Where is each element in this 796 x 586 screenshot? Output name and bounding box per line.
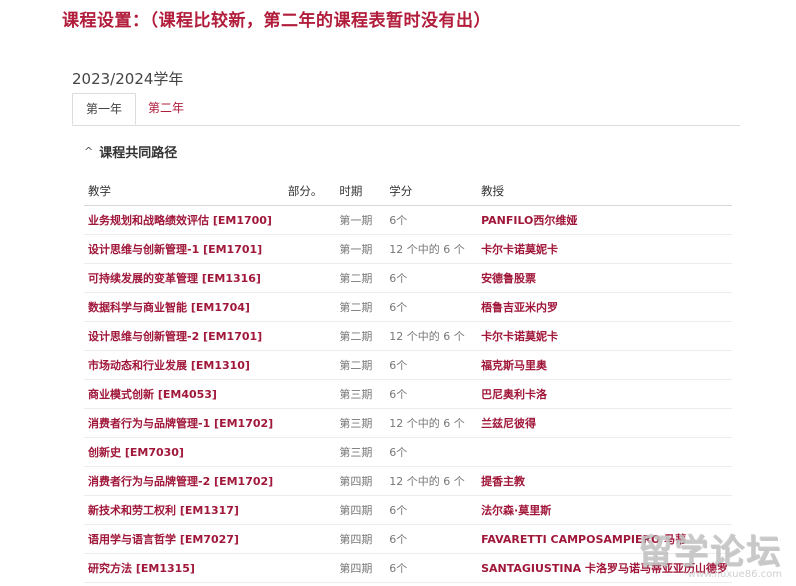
course-table: 教学 部分。 时期 学分 教授 业务规划和战略绩效评估 [EM1700] 第一期 6…	[84, 176, 732, 583]
credits-cell: 6个	[385, 379, 478, 409]
professor-link	[477, 437, 732, 467]
table-row: 语用学与语言哲学 [EM7027] 第四期 6个 FAVARETTI CAMPOSAM…	[84, 524, 732, 554]
header-professor: 教授	[477, 176, 732, 206]
credits-cell: 6个	[385, 350, 478, 380]
course-link[interactable]: 设计思维与创新管理-1 [EM1701]	[84, 234, 284, 264]
part-cell	[283, 321, 336, 351]
header-part: 部分。	[283, 176, 336, 206]
part-cell	[283, 350, 336, 380]
part-cell	[283, 263, 336, 293]
section-toggle[interactable]: ^ 课程共同路径	[84, 142, 177, 161]
professor-link[interactable]: 兰兹尼彼得	[477, 408, 732, 438]
table-row: 可持续发展的变革管理 [EM1316] 第二期 6个 安德鲁股票	[84, 263, 732, 293]
credits-cell: 6个	[385, 292, 478, 322]
course-link[interactable]: 可持续发展的变革管理 [EM1316]	[84, 263, 284, 293]
table-row: 市场动态和行业发展 [EM1310] 第二期 6个 福克斯马里奥	[84, 350, 732, 380]
period-cell: 第二期	[335, 350, 386, 380]
professor-link[interactable]: SANTAGIUSTINA 卡洛罗马诺马蒂亚亚历山德罗	[477, 553, 732, 583]
credits-cell: 6个	[385, 437, 478, 467]
professor-link[interactable]: PANFILO西尔维娅	[477, 205, 732, 235]
course-link[interactable]: 设计思维与创新管理-2 [EM1701]	[84, 321, 284, 351]
academic-year-title: 2023/2024学年	[72, 70, 184, 88]
course-link[interactable]: 消费者行为与品牌管理-1 [EM1702]	[84, 408, 284, 438]
part-cell	[283, 466, 336, 496]
period-cell: 第四期	[335, 495, 386, 525]
professor-link[interactable]: 梧鲁吉亚米内罗	[477, 292, 732, 322]
part-cell	[283, 205, 336, 235]
period-cell: 第四期	[335, 553, 386, 583]
credits-cell: 6个	[385, 495, 478, 525]
part-cell	[283, 408, 336, 438]
table-row: 消费者行为与品牌管理-2 [EM1702] 第四期 12 个中的 6 个提香主教	[84, 466, 732, 496]
part-cell	[283, 379, 336, 409]
professor-link[interactable]: FAVARETTI CAMPOSAMPIERO 马蒂	[477, 524, 732, 554]
period-cell: 第一期	[335, 205, 386, 235]
period-cell: 第三期	[335, 379, 386, 409]
professor-link[interactable]: 提香主教	[477, 466, 732, 496]
tab-first-year[interactable]: 第一年	[72, 93, 136, 125]
credits-cell: 6个	[385, 263, 478, 293]
credits-cell: 12 个中的 6 个	[385, 321, 478, 351]
part-cell	[283, 495, 336, 525]
period-cell: 第三期	[335, 408, 386, 438]
year-tabs: 第一年 第二年	[72, 93, 740, 126]
course-link[interactable]: 市场动态和行业发展 [EM1310]	[84, 350, 284, 380]
table-row: 数据科学与商业智能 [EM1704] 第二期 6个 梧鲁吉亚米内罗	[84, 292, 732, 322]
period-cell: 第四期	[335, 466, 386, 496]
professor-link[interactable]: 安德鲁股票	[477, 263, 732, 293]
course-link[interactable]: 研究方法 [EM1315]	[84, 553, 284, 583]
course-link[interactable]: 商业模式创新 [EM4053]	[84, 379, 284, 409]
table-row: 业务规划和战略绩效评估 [EM1700] 第一期 6个 PANFILO西尔维娅	[84, 205, 732, 235]
credits-cell: 6个	[385, 524, 478, 554]
period-cell: 第三期	[335, 437, 386, 467]
professor-link[interactable]: 卡尔卡诺莫妮卡	[477, 321, 732, 351]
period-cell: 第二期	[335, 263, 386, 293]
part-cell	[283, 292, 336, 322]
credits-cell: 12 个中的 6 个	[385, 408, 478, 438]
professor-link[interactable]: 福克斯马里奥	[477, 350, 732, 380]
table-row: 消费者行为与品牌管理-1 [EM1702] 第三期 12 个中的 6 个兰兹尼彼得	[84, 408, 732, 438]
course-link[interactable]: 业务规划和战略绩效评估 [EM1700]	[84, 205, 284, 235]
table-header-row: 教学 部分。 时期 学分 教授	[84, 176, 732, 206]
part-cell	[283, 524, 336, 554]
part-cell	[283, 234, 336, 264]
course-link[interactable]: 消费者行为与品牌管理-2 [EM1702]	[84, 466, 284, 496]
table-row: 新技术和劳工权利 [EM1317] 第四期 6个 法尔森·莫里斯	[84, 495, 732, 525]
table-row: 创新史 [EM7030] 第三期 6个	[84, 437, 732, 467]
period-cell: 第四期	[335, 524, 386, 554]
part-cell	[283, 553, 336, 583]
period-cell: 第二期	[335, 321, 386, 351]
course-link[interactable]: 数据科学与商业智能 [EM1704]	[84, 292, 284, 322]
table-row: 设计思维与创新管理-1 [EM1701] 第一期 12 个中的 6 个卡尔卡诺莫妮卡	[84, 234, 732, 264]
table-row: 研究方法 [EM1315] 第四期 6个 SANTAGIUSTINA 卡洛罗马诺马蒂亚…	[84, 553, 732, 583]
credits-cell: 6个	[385, 205, 478, 235]
credits-cell: 12 个中的 6 个	[385, 466, 478, 496]
header-course: 教学	[84, 176, 284, 206]
professor-link[interactable]: 卡尔卡诺莫妮卡	[477, 234, 732, 264]
part-cell	[283, 437, 336, 467]
credits-cell: 6个	[385, 553, 478, 583]
header-period: 时期	[335, 176, 386, 206]
chevron-up-icon: ^	[84, 145, 94, 158]
table-row: 设计思维与创新管理-2 [EM1701] 第二期 12 个中的 6 个卡尔卡诺莫妮卡	[84, 321, 732, 351]
period-cell: 第一期	[335, 234, 386, 264]
professor-link[interactable]: 巴尼奥利卡洛	[477, 379, 732, 409]
page-heading: 课程设置：（课程比较新，第二年的课程表暂时没有出）	[62, 11, 491, 31]
tab-second-year[interactable]: 第二年	[136, 93, 196, 125]
professor-link[interactable]: 法尔森·莫里斯	[477, 495, 732, 525]
course-link[interactable]: 创新史 [EM7030]	[84, 437, 284, 467]
credits-cell: 12 个中的 6 个	[385, 234, 478, 264]
course-link[interactable]: 语用学与语言哲学 [EM7027]	[84, 524, 284, 554]
header-credits: 学分	[385, 176, 478, 206]
section-title: 课程共同路径	[99, 146, 178, 161]
course-link[interactable]: 新技术和劳工权利 [EM1317]	[84, 495, 284, 525]
period-cell: 第二期	[335, 292, 386, 322]
table-row: 商业模式创新 [EM4053] 第三期 6个 巴尼奥利卡洛	[84, 379, 732, 409]
